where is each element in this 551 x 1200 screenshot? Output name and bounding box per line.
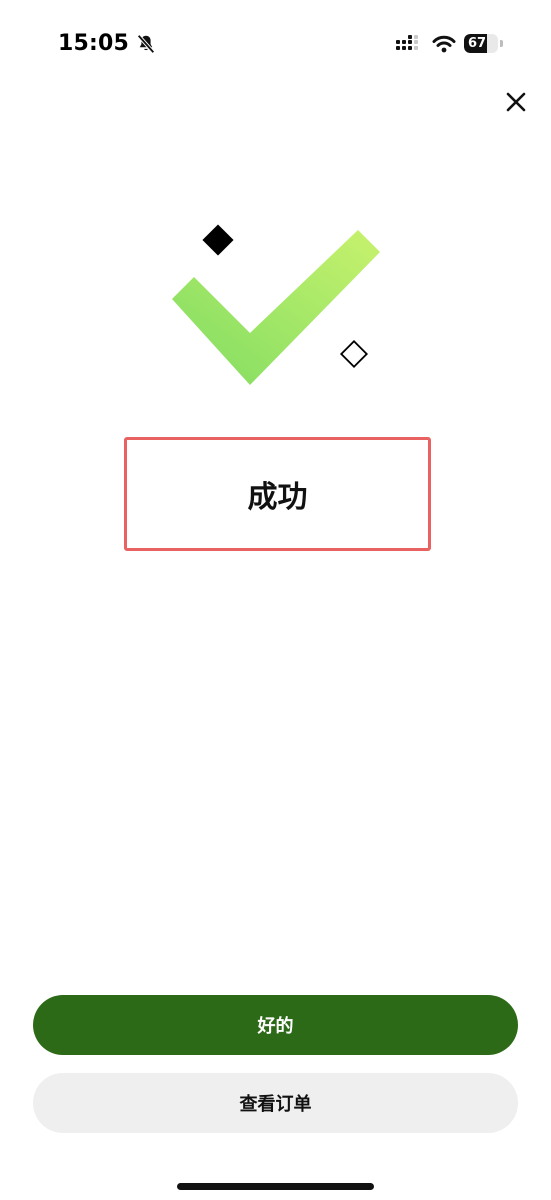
status-time: 15:05 xyxy=(58,31,130,56)
success-title: 成功 xyxy=(247,480,308,515)
view-order-button-label: 查看订单 xyxy=(239,1094,312,1115)
ok-button-label: 好的 xyxy=(257,1016,294,1037)
battery-cap xyxy=(500,40,503,47)
status-icons: 67 xyxy=(396,34,503,53)
battery-icon: 67 xyxy=(464,34,498,53)
diamond-filled-icon xyxy=(202,224,234,256)
diamond-outline-icon xyxy=(339,339,369,369)
cellular-signal-icon xyxy=(396,34,418,50)
bell-off-icon xyxy=(137,34,155,54)
home-indicator[interactable] xyxy=(177,1183,374,1190)
status-bar: 15:05 67 xyxy=(0,0,551,90)
ok-button[interactable]: 好的 xyxy=(33,995,518,1055)
view-order-button[interactable]: 查看订单 xyxy=(33,1073,518,1133)
close-icon[interactable] xyxy=(500,86,532,118)
success-message-box: 成功 xyxy=(124,437,431,551)
status-time-group: 15:05 xyxy=(58,30,157,58)
battery-percent: 67 xyxy=(467,36,487,51)
wifi-icon xyxy=(432,35,456,52)
success-illustration xyxy=(172,224,380,385)
